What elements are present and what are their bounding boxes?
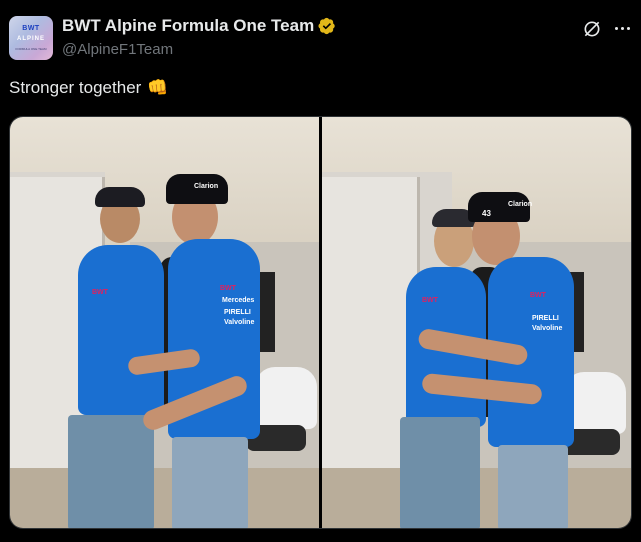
chest-sponsor-2: Mercedes xyxy=(222,297,255,304)
chest-sponsor-logo: BWT xyxy=(220,285,236,292)
cap-logo: Clarion xyxy=(194,183,219,190)
photo-1[interactable]: BWT Clarion BWT Mercedes PIRELLI Valvoli… xyxy=(10,117,319,528)
display-name[interactable]: BWT Alpine Formula One Team xyxy=(62,16,314,36)
sponsor-logo: BWT xyxy=(92,289,108,296)
fist-emoji-icon: 👊 xyxy=(147,78,169,97)
floor xyxy=(10,468,319,528)
avatar-brand: BWT xyxy=(22,25,40,32)
right-person-jeans xyxy=(498,445,568,528)
chest-sponsor-2: PIRELLI xyxy=(532,315,559,322)
photo-2[interactable]: BWT Clarion 43 BWT PIRELLI Valvoline xyxy=(322,117,631,528)
avatar-tiny: FORMULA ONE TEAM xyxy=(15,47,47,51)
avatar[interactable]: BWT ALPINE FORMULA ONE TEAM xyxy=(9,16,53,60)
right-person-jeans xyxy=(172,437,248,528)
cap-logo: Clarion xyxy=(508,201,533,208)
tweet-text-content: Stronger together xyxy=(9,78,142,97)
sponsor-logo: BWT xyxy=(422,297,438,304)
tweet-text: Stronger together 👊 xyxy=(9,78,168,98)
more-options-icon[interactable] xyxy=(610,18,634,38)
left-person-cap xyxy=(95,187,145,207)
verified-badge-icon[interactable] xyxy=(318,17,336,35)
chest-sponsor-logo: BWT xyxy=(530,292,546,299)
avatar-sub: ALPINE xyxy=(16,36,45,42)
left-person-jeans xyxy=(400,417,480,528)
grok-icon[interactable] xyxy=(582,19,602,39)
author-name-row: BWT Alpine Formula One Team xyxy=(62,16,336,36)
handle[interactable]: @AlpineF1Team xyxy=(62,41,173,58)
chest-sponsor-4: Valvoline xyxy=(224,319,255,326)
tweet-media[interactable]: BWT Clarion BWT Mercedes PIRELLI Valvoli… xyxy=(9,116,632,529)
chest-sponsor-3: PIRELLI xyxy=(224,309,251,316)
chest-sponsor-3: Valvoline xyxy=(532,325,563,332)
kneeling-person xyxy=(255,367,317,429)
cap-number: 43 xyxy=(482,209,491,218)
left-person-jeans xyxy=(68,415,154,528)
left-person-shirt xyxy=(78,245,164,415)
